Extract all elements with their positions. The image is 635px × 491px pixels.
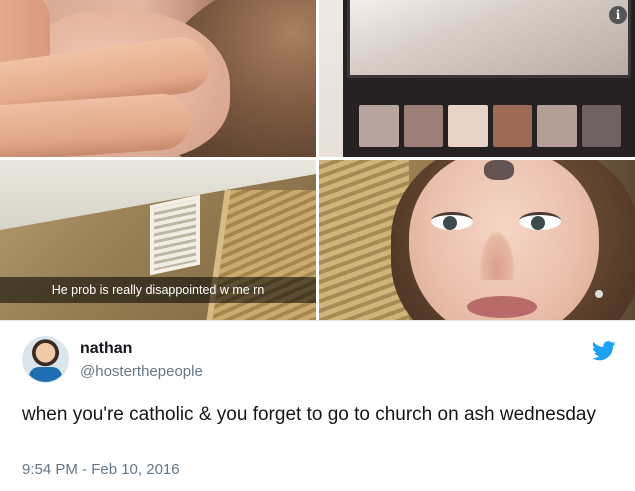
tweet-text: when you're catholic & you forget to go … — [22, 404, 596, 425]
avatar[interactable] — [22, 336, 69, 383]
photo-forehead-hand[interactable] — [0, 0, 316, 157]
palette-pan — [403, 105, 443, 147]
palette-pan — [448, 105, 488, 147]
tweet-timestamp[interactable]: 9:54 PM - Feb 10, 2016 — [22, 461, 180, 478]
vent — [150, 194, 200, 276]
palette-pan — [537, 105, 577, 147]
user-display-name[interactable]: nathan — [80, 340, 132, 358]
photo-ash-forehead-selfie[interactable] — [319, 160, 635, 320]
palette-pan — [359, 105, 399, 147]
snapchat-caption: He prob is really disappointed w me rn — [0, 277, 316, 303]
palette-pans — [359, 105, 621, 147]
photo-eyeshadow-palette[interactable]: i — [319, 0, 635, 157]
photo-ceiling-vent[interactable]: He prob is really disappointed w me rn — [0, 160, 316, 320]
photo-grid: i He prob is really disappointed w me rn — [0, 0, 635, 320]
user-handle[interactable]: @hosterthepeople — [80, 363, 203, 380]
ash-cross — [484, 160, 514, 180]
palette-pan — [492, 105, 532, 147]
palette-pan — [581, 105, 621, 147]
twitter-bird-icon[interactable] — [592, 341, 616, 361]
info-icon[interactable]: i — [609, 6, 627, 24]
divider — [0, 320, 635, 321]
